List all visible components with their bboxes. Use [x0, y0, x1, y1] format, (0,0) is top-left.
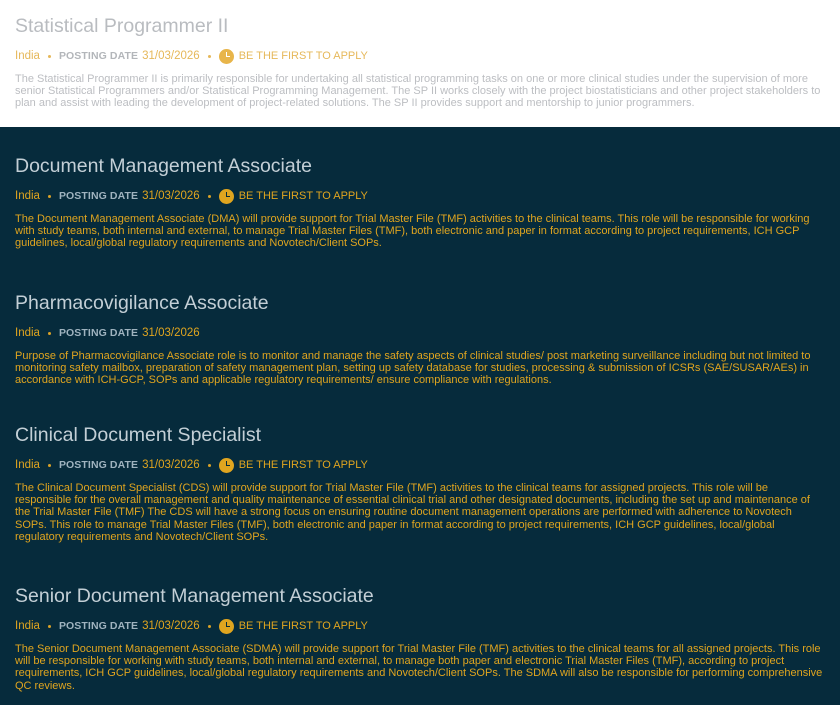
- separator-dot: [207, 463, 211, 467]
- job-description: The Senior Document Management Associate…: [15, 643, 823, 692]
- separator-dot: [47, 54, 51, 58]
- first-to-apply-badge: BE THE FIRST TO APPLY: [238, 190, 368, 202]
- separator-dot: [207, 54, 211, 58]
- posting-date-value: 31/03/2026: [142, 50, 200, 62]
- separator-dot: [47, 463, 51, 467]
- first-to-apply-badge: BE THE FIRST TO APPLY: [238, 459, 368, 471]
- separator-dot: [47, 331, 51, 335]
- posting-date-label: POSTING DATE: [58, 50, 139, 62]
- job-meta: India POSTING DATE 31/03/2026 BE THE FIR…: [15, 188, 825, 204]
- job-country: India: [15, 190, 40, 202]
- posting-date-value: 31/03/2026: [142, 620, 200, 632]
- job-description: The Clinical Document Specialist (CDS) w…: [15, 482, 810, 543]
- posting-date-value: 31/03/2026: [142, 190, 200, 202]
- job-title[interactable]: Statistical Programmer II: [15, 14, 825, 38]
- job-description: Purpose of Pharmacovigilance Associate r…: [15, 350, 811, 387]
- job-country: India: [15, 50, 40, 62]
- job-card-senior-document-management-associate[interactable]: Senior Document Management Associate Ind…: [0, 584, 840, 692]
- posting-date-label: POSTING DATE: [58, 327, 139, 339]
- job-country: India: [15, 327, 40, 339]
- job-meta: India POSTING DATE 31/03/2026 BE THE FIR…: [15, 457, 825, 473]
- clock-icon: [218, 48, 234, 64]
- job-listings-page: Statistical Programmer II India POSTING …: [0, 0, 840, 705]
- job-card-document-management-associate[interactable]: Document Management Associate India POST…: [0, 154, 840, 250]
- clock-icon: [218, 618, 234, 634]
- job-title[interactable]: Document Management Associate: [15, 154, 825, 178]
- job-meta: India POSTING DATE 31/03/2026 BE THE FIR…: [15, 48, 825, 64]
- job-description: The Document Management Associate (DMA) …: [15, 213, 810, 250]
- clock-icon: [218, 457, 234, 473]
- first-to-apply-badge: BE THE FIRST TO APPLY: [238, 50, 368, 62]
- posting-date-label: POSTING DATE: [58, 459, 139, 471]
- first-to-apply-badge: BE THE FIRST TO APPLY: [238, 620, 368, 632]
- job-meta: India POSTING DATE 31/03/2026: [15, 325, 825, 341]
- clock-icon: [218, 188, 234, 204]
- separator-dot: [47, 194, 51, 198]
- posting-date-label: POSTING DATE: [58, 620, 139, 632]
- job-meta: India POSTING DATE 31/03/2026 BE THE FIR…: [15, 618, 825, 634]
- job-list-dark-section: Document Management Associate India POST…: [0, 127, 840, 705]
- separator-dot: [207, 624, 211, 628]
- job-description: The Statistical Programmer II is primari…: [15, 73, 821, 110]
- job-card-statistical-programmer[interactable]: Statistical Programmer II India POSTING …: [0, 0, 840, 127]
- job-country: India: [15, 459, 40, 471]
- job-title[interactable]: Pharmacovigilance Associate: [15, 291, 825, 315]
- posting-date-value: 31/03/2026: [142, 327, 200, 339]
- job-title[interactable]: Clinical Document Specialist: [15, 423, 825, 447]
- job-title[interactable]: Senior Document Management Associate: [15, 584, 825, 608]
- posting-date-label: POSTING DATE: [58, 190, 139, 202]
- separator-dot: [47, 624, 51, 628]
- job-country: India: [15, 620, 40, 632]
- separator-dot: [207, 194, 211, 198]
- posting-date-value: 31/03/2026: [142, 459, 200, 471]
- job-card-clinical-document-specialist[interactable]: Clinical Document Specialist India POSTI…: [0, 423, 840, 543]
- job-card-pharmacovigilance-associate[interactable]: Pharmacovigilance Associate India POSTIN…: [0, 291, 840, 387]
